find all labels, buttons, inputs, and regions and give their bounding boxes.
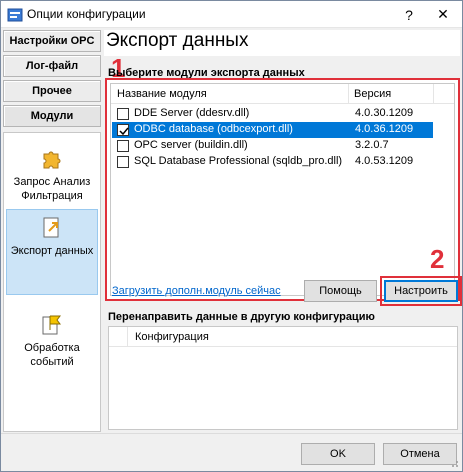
app-icon (7, 8, 23, 22)
module-name: OPC server (buildin.dll) (134, 139, 248, 151)
help-button[interactable]: Помощь (304, 280, 377, 302)
module-checkbox[interactable] (117, 124, 129, 136)
tab-opc-settings[interactable]: Настройки OPC (3, 30, 101, 52)
module-label: Запрос Анализ Фильтрация (13, 176, 91, 202)
module-checkbox[interactable] (117, 108, 129, 120)
header-band: Экспорт данных (104, 30, 460, 56)
export-module-list[interactable]: Название модуля Версия DDE Server (ddesr… (110, 83, 455, 296)
sidebar: Настройки OPC Лог-файл Прочее Модули Зап… (1, 28, 104, 433)
list-item[interactable]: DDE Server (ddesrv.dll) 4.0.30.1209 (112, 106, 433, 122)
module-label: Обработка событий (24, 342, 80, 368)
main-panel: Экспорт данных 1 Выберите модули экспорт… (104, 28, 462, 433)
column-separator[interactable] (127, 327, 128, 347)
tab-modules[interactable]: Модули (3, 105, 101, 127)
flag-icon (42, 315, 61, 335)
load-module-link[interactable]: Загрузить дополн.модуль сейчас (112, 285, 281, 297)
configure-button[interactable]: Настроить (384, 280, 458, 302)
column-separator[interactable] (348, 84, 349, 104)
checkmark-icon (119, 127, 129, 136)
module-checkbox[interactable] (117, 156, 129, 168)
puzzle-icon (43, 151, 61, 169)
module-checkbox[interactable] (117, 140, 129, 152)
annotation-2: 2 (430, 244, 445, 274)
annotation-box-1: Название модуля Версия DDE Server (ddesr… (105, 78, 460, 301)
tab-misc[interactable]: Прочее (3, 80, 101, 102)
list-item[interactable]: OPC server (buildin.dll) 3.2.0.7 (112, 138, 433, 154)
module-version: 4.0.36.1209 (355, 123, 414, 135)
redirect-section-label: Перенаправить данные в другую конфигурац… (108, 311, 375, 323)
list-header: Название модуля Версия (111, 84, 454, 104)
help-title-button[interactable]: ? (392, 1, 426, 28)
column-version-header[interactable]: Версия (354, 88, 391, 100)
module-version: 4.0.53.1209 (355, 155, 414, 167)
export-icon (43, 217, 59, 238)
module-event-handling[interactable]: Обработка событий (6, 309, 98, 379)
cancel-button[interactable]: Отмена (383, 443, 457, 465)
module-name: DDE Server (ddesrv.dll) (134, 107, 250, 119)
module-version: 3.2.0.7 (355, 139, 389, 151)
modules-panel: Запрос Анализ Фильтрация Экспорт данных … (3, 132, 101, 432)
column-name-header[interactable]: Название модуля (117, 88, 207, 100)
tab-log-file[interactable]: Лог-файл (3, 55, 101, 77)
module-label: Экспорт данных (10, 245, 94, 257)
module-name: ODBC database (odbcexport.dll) (134, 123, 293, 135)
column-separator[interactable] (433, 84, 434, 104)
module-data-export[interactable]: Экспорт данных (6, 209, 98, 295)
title-bar: Опции конфигурации ? ✕ (1, 1, 462, 28)
list-item[interactable]: ODBC database (odbcexport.dll) 4.0.36.12… (112, 122, 433, 138)
list-header: Конфигурация (109, 327, 457, 347)
options-dialog: Опции конфигурации ? ✕ Настройки OPC Лог… (0, 0, 463, 472)
close-button[interactable]: ✕ (426, 1, 460, 28)
list-item[interactable]: SQL Database Professional (sqldb_pro.dll… (112, 154, 433, 170)
dialog-footer: OK Отмена (1, 433, 462, 471)
window-title: Опции конфигурации (27, 7, 146, 21)
module-query-analysis[interactable]: Запрос Анализ Фильтрация (6, 143, 98, 205)
module-version: 4.0.30.1209 (355, 107, 414, 119)
page-title: Экспорт данных (106, 30, 249, 51)
ok-button[interactable]: OK (301, 443, 375, 465)
module-name: SQL Database Professional (sqldb_pro.dll… (134, 155, 343, 167)
resize-grip-icon[interactable] (449, 458, 459, 468)
configuration-list[interactable]: Конфигурация (108, 326, 458, 430)
column-configuration-header[interactable]: Конфигурация (135, 331, 209, 343)
